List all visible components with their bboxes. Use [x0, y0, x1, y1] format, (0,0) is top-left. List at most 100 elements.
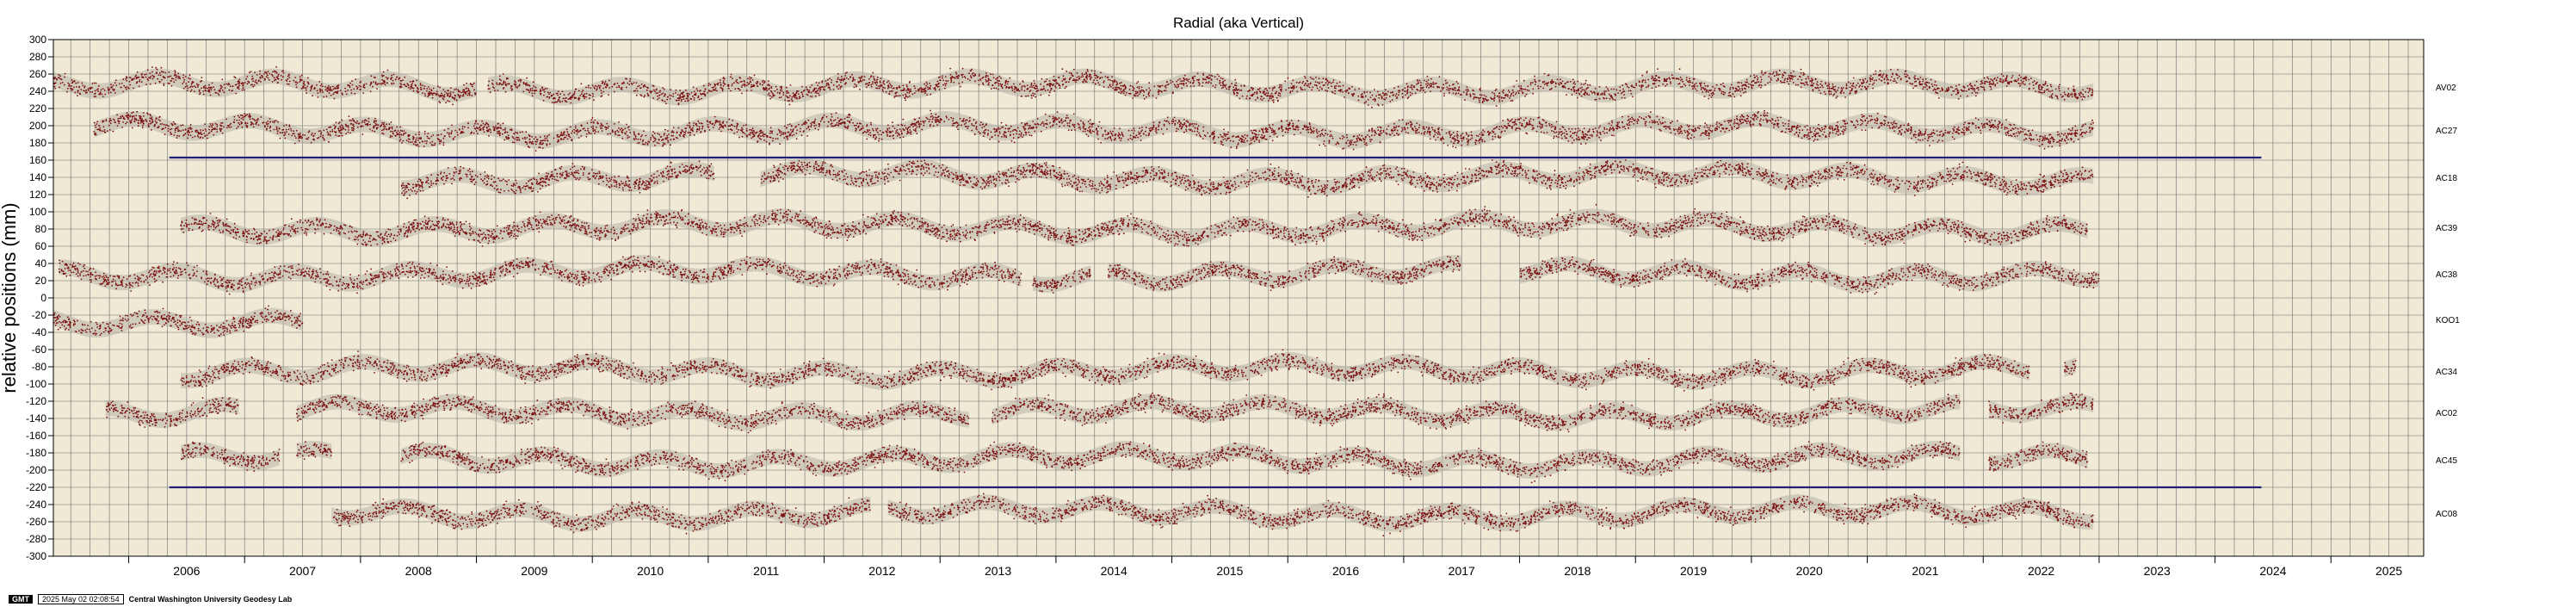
- data-point: [142, 77, 144, 78]
- data-point: [331, 90, 333, 91]
- data-point: [259, 73, 261, 75]
- data-point: [161, 71, 163, 72]
- data-point: [429, 89, 430, 90]
- data-point: [147, 78, 149, 80]
- data-point: [312, 85, 313, 87]
- data-point: [879, 88, 880, 90]
- data-point: [1922, 78, 1924, 80]
- data-point: [295, 81, 297, 83]
- data-point: [275, 66, 277, 68]
- data-point: [156, 71, 158, 73]
- data-point: [1686, 77, 1688, 78]
- data-point: [221, 79, 223, 81]
- data-point: [64, 84, 65, 86]
- data-point: [125, 87, 127, 89]
- data-point: [1525, 89, 1527, 90]
- data-point: [259, 71, 261, 72]
- data-point: [59, 77, 60, 78]
- data-point: [86, 92, 88, 94]
- data-point: [1304, 84, 1306, 86]
- data-point: [472, 95, 473, 96]
- data-point: [370, 82, 372, 84]
- data-point: [1599, 98, 1601, 100]
- data-point: [1300, 87, 1301, 89]
- data-point: [1628, 90, 1630, 92]
- data-point: [408, 87, 410, 89]
- data-point: [236, 84, 238, 85]
- data-point: [300, 80, 302, 82]
- data-point: [503, 73, 504, 75]
- data-point: [139, 79, 141, 81]
- data-point: [73, 87, 75, 89]
- data-point: [427, 96, 429, 97]
- data-point: [188, 81, 189, 83]
- data-point: [83, 90, 84, 91]
- data-point: [410, 89, 411, 90]
- data-point: [730, 76, 732, 77]
- data-point: [232, 90, 233, 91]
- data-point: [355, 85, 357, 87]
- data-point: [84, 85, 86, 87]
- data-point: [81, 83, 83, 84]
- data-point: [1916, 85, 1918, 87]
- data-point: [426, 90, 428, 92]
- data-point: [151, 71, 153, 73]
- data-point: [122, 78, 124, 80]
- data-point: [1628, 87, 1630, 89]
- data-point: [56, 79, 58, 81]
- data-point: [96, 83, 97, 84]
- data-point: [905, 94, 906, 96]
- data-point: [176, 77, 177, 78]
- data-point: [1645, 79, 1646, 81]
- data-point: [413, 90, 415, 92]
- data-point: [386, 77, 387, 78]
- data-point: [1704, 96, 1706, 97]
- data-point: [1293, 88, 1294, 90]
- data-point: [254, 84, 256, 86]
- data-point: [392, 80, 394, 82]
- data-point: [326, 88, 328, 90]
- data-point: [215, 92, 217, 94]
- data-point: [1112, 87, 1114, 89]
- data-point: [1580, 84, 1582, 85]
- data-point: [179, 77, 181, 79]
- data-point: [85, 90, 87, 91]
- data-point: [436, 95, 437, 96]
- data-point: [2089, 90, 2091, 91]
- data-point: [170, 76, 172, 77]
- data-point: [260, 77, 262, 79]
- data-point: [289, 81, 291, 83]
- data-point: [213, 89, 215, 90]
- data-point: [2034, 80, 2035, 82]
- data-point: [102, 96, 104, 97]
- data-point: [453, 92, 454, 94]
- data-point: [376, 84, 378, 86]
- data-point: [187, 90, 188, 91]
- data-point: [348, 84, 349, 86]
- data-point: [297, 82, 299, 84]
- data-point: [1405, 88, 1406, 90]
- data-point: [1082, 74, 1084, 76]
- data-point: [328, 85, 330, 87]
- data-point: [360, 82, 361, 84]
- data-point: [420, 87, 422, 89]
- data-point: [196, 84, 198, 85]
- data-point: [360, 89, 361, 90]
- data-point: [439, 87, 441, 89]
- data-point: [233, 76, 235, 77]
- data-point: [98, 85, 100, 87]
- data-point: [185, 76, 187, 77]
- data-point: [246, 76, 248, 77]
- data-point: [333, 89, 335, 90]
- data-point: [1689, 77, 1690, 79]
- data-point: [1005, 87, 1007, 89]
- data-point: [114, 89, 115, 90]
- data-point: [77, 91, 79, 93]
- data-point: [320, 85, 322, 87]
- data-point: [211, 89, 213, 90]
- data-point: [366, 84, 368, 85]
- data-point: [404, 77, 405, 78]
- data-point: [247, 83, 249, 84]
- data-point: [433, 88, 435, 90]
- data-point: [183, 88, 185, 90]
